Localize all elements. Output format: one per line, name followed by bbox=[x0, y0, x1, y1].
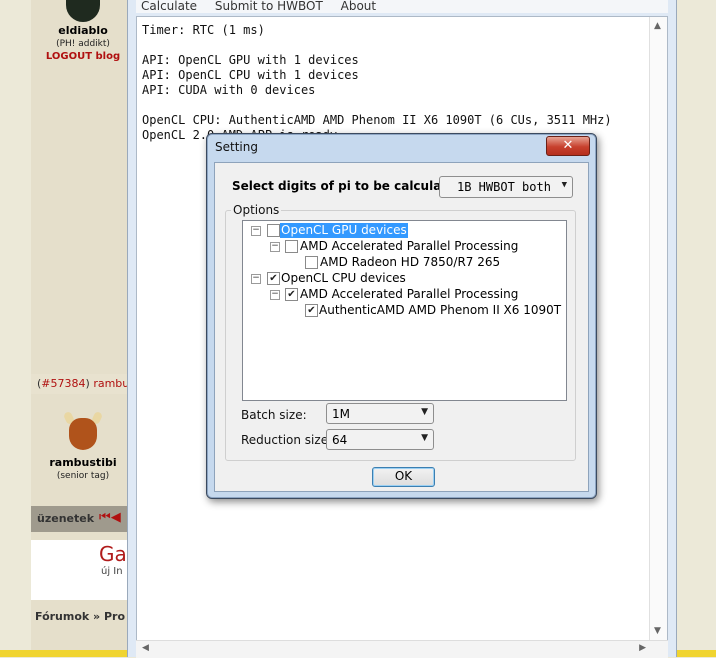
menu-about[interactable]: About bbox=[341, 0, 376, 12]
device-tree[interactable]: − OpenCL GPU devices − AMD Accelerated P… bbox=[242, 220, 567, 401]
dropdown-arrow-icon: ▼ bbox=[421, 407, 428, 417]
batch-size-select[interactable]: 1M ▼ bbox=[326, 403, 434, 424]
username[interactable]: eldiablo bbox=[31, 24, 135, 37]
setting-dialog: Setting ✕ Select digits of pi to be calc… bbox=[206, 133, 597, 499]
reduction-size-label: Reduction size: bbox=[241, 433, 333, 447]
options-label: Options bbox=[231, 203, 282, 217]
reduction-size-select[interactable]: 64 ▼ bbox=[326, 429, 434, 450]
tree-node-cpu-device[interactable]: ✔ AuthenticAMD AMD Phenom II X6 1090T bbox=[305, 303, 561, 318]
menu-calculate[interactable]: Calculate bbox=[141, 0, 197, 12]
reduction-size-value: 64 bbox=[332, 433, 348, 447]
pi-digits-label: Select digits of pi to be calculated: bbox=[232, 179, 469, 193]
username[interactable]: rambustibi bbox=[31, 456, 135, 469]
ok-button[interactable]: OK bbox=[372, 467, 435, 487]
tree-label-cpu[interactable]: OpenCL CPU devices bbox=[281, 271, 406, 286]
collapse-icon[interactable]: − bbox=[270, 290, 280, 300]
user-profile-rambustibi: rambustibi (senior tag) bbox=[31, 410, 135, 481]
tree-label-cpu-device[interactable]: AuthenticAMD AMD Phenom II X6 1090T bbox=[319, 303, 561, 318]
dropdown-arrow-icon: ▼ bbox=[561, 180, 567, 190]
batch-size-label: Batch size: bbox=[241, 408, 307, 422]
vertical-scrollbar[interactable]: ▲ ▼ bbox=[649, 17, 667, 640]
console-line: API: OpenCL CPU with 1 devices bbox=[142, 68, 359, 82]
user-profile-eldiablo: eldiablo (PH! addikt) LOGOUT blog bbox=[31, 0, 135, 62]
collapse-icon[interactable]: − bbox=[270, 242, 280, 252]
dialog-title: Setting bbox=[215, 140, 258, 154]
tree-label-cpu-platform[interactable]: AMD Accelerated Parallel Processing bbox=[300, 287, 518, 302]
checkbox-cpu[interactable]: ✔ bbox=[267, 272, 280, 285]
checkbox-gpu[interactable] bbox=[267, 224, 280, 237]
user-rank: (senior tag) bbox=[56, 471, 110, 481]
tree-node-cpu[interactable]: − ✔ OpenCL CPU devices bbox=[251, 271, 551, 286]
dialog-body: Select digits of pi to be calculated: 1B… bbox=[214, 162, 589, 492]
console-text: Timer: RTC (1 ms) API: OpenCL GPU with 1… bbox=[137, 17, 667, 149]
scroll-down-icon[interactable]: ▼ bbox=[654, 626, 661, 636]
menu-bar: Calculate Submit to HWBOT About bbox=[136, 0, 668, 13]
console-line: Timer: RTC (1 ms) bbox=[142, 23, 265, 37]
tree-label-gpu-device[interactable]: AMD Radeon HD 7850/R7 265 bbox=[320, 255, 500, 270]
scroll-up-icon[interactable]: ▲ bbox=[654, 21, 661, 31]
collapse-icon[interactable]: − bbox=[251, 226, 261, 236]
tree-node-cpu-platform[interactable]: − ✔ AMD Accelerated Parallel Processing bbox=[270, 287, 560, 302]
tree-node-gpu-platform[interactable]: − AMD Accelerated Parallel Processing bbox=[270, 239, 560, 254]
breadcrumb[interactable]: Fórumok » Pro bbox=[31, 610, 139, 630]
tree-node-gpu-device[interactable]: AMD Radeon HD 7850/R7 265 bbox=[305, 255, 555, 270]
checkbox-gpu-platform[interactable] bbox=[285, 240, 298, 253]
user-rank: (PH! addikt) bbox=[56, 39, 110, 49]
post-reference: (#57384) rambusti bbox=[31, 374, 135, 394]
post-ref-close: ) bbox=[85, 377, 90, 390]
checkbox-cpu-device[interactable]: ✔ bbox=[305, 304, 318, 317]
checkbox-gpu-device[interactable] bbox=[305, 256, 318, 269]
pi-digits-value: 1B HWBOT both bbox=[457, 180, 551, 194]
horizontal-scrollbar[interactable]: ◀ ▶ bbox=[136, 640, 668, 658]
scroll-left-icon[interactable]: ◀ bbox=[142, 643, 149, 653]
console-line: API: OpenCL GPU with 1 devices bbox=[142, 53, 359, 67]
tree-label-gpu[interactable]: OpenCL GPU devices bbox=[280, 223, 408, 238]
first-prev-arrows-icon[interactable]: ⏮◀ bbox=[99, 510, 121, 525]
messages-bar: üzenetek ⏮◀ bbox=[31, 506, 135, 532]
dropdown-arrow-icon: ▼ bbox=[421, 433, 428, 443]
avatar[interactable] bbox=[66, 0, 100, 22]
avatar[interactable] bbox=[62, 410, 104, 454]
tree-label-gpu-platform[interactable]: AMD Accelerated Parallel Processing bbox=[300, 239, 518, 254]
tree-node-gpu[interactable]: − OpenCL GPU devices bbox=[251, 223, 551, 238]
ad-subtitle: új In bbox=[101, 566, 123, 577]
messages-label: üzenetek bbox=[37, 512, 95, 525]
ad-title[interactable]: Ga bbox=[99, 542, 127, 566]
console-line: API: CUDA with 0 devices bbox=[142, 83, 316, 97]
batch-size-value: 1M bbox=[332, 407, 350, 421]
ad-box: Ga új In bbox=[31, 540, 135, 600]
checkbox-cpu-platform[interactable]: ✔ bbox=[285, 288, 298, 301]
collapse-icon[interactable]: − bbox=[251, 274, 261, 284]
scroll-right-icon[interactable]: ▶ bbox=[639, 643, 646, 653]
menu-submit-hwbot[interactable]: Submit to HWBOT bbox=[215, 0, 323, 12]
console-line: OpenCL CPU: AuthenticAMD AMD Phenom II X… bbox=[142, 113, 612, 127]
logout-link[interactable]: LOGOUT blog bbox=[31, 51, 135, 62]
post-id-link[interactable]: #57384 bbox=[41, 377, 85, 390]
pi-digits-select[interactable]: 1B HWBOT both ▼ bbox=[439, 176, 573, 198]
close-button[interactable]: ✕ bbox=[546, 136, 590, 156]
